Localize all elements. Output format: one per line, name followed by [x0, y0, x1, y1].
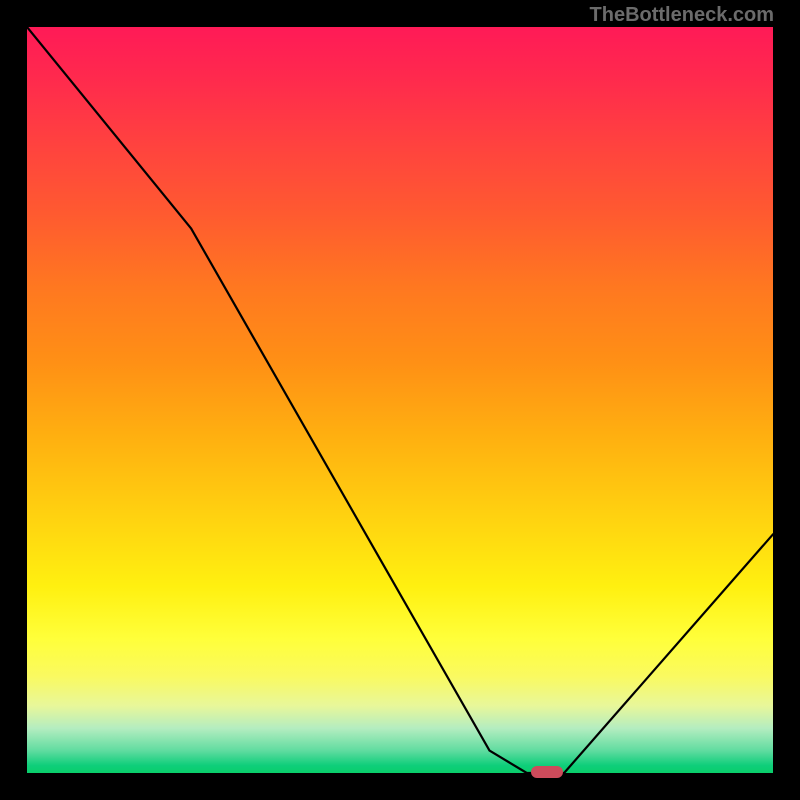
optimal-marker	[531, 766, 563, 778]
bottleneck-curve	[27, 27, 777, 777]
curve-path	[27, 27, 773, 773]
bottleneck-chart: TheBottleneck.com	[0, 0, 800, 800]
plot-area	[25, 25, 775, 775]
watermark-text: TheBottleneck.com	[590, 4, 774, 27]
